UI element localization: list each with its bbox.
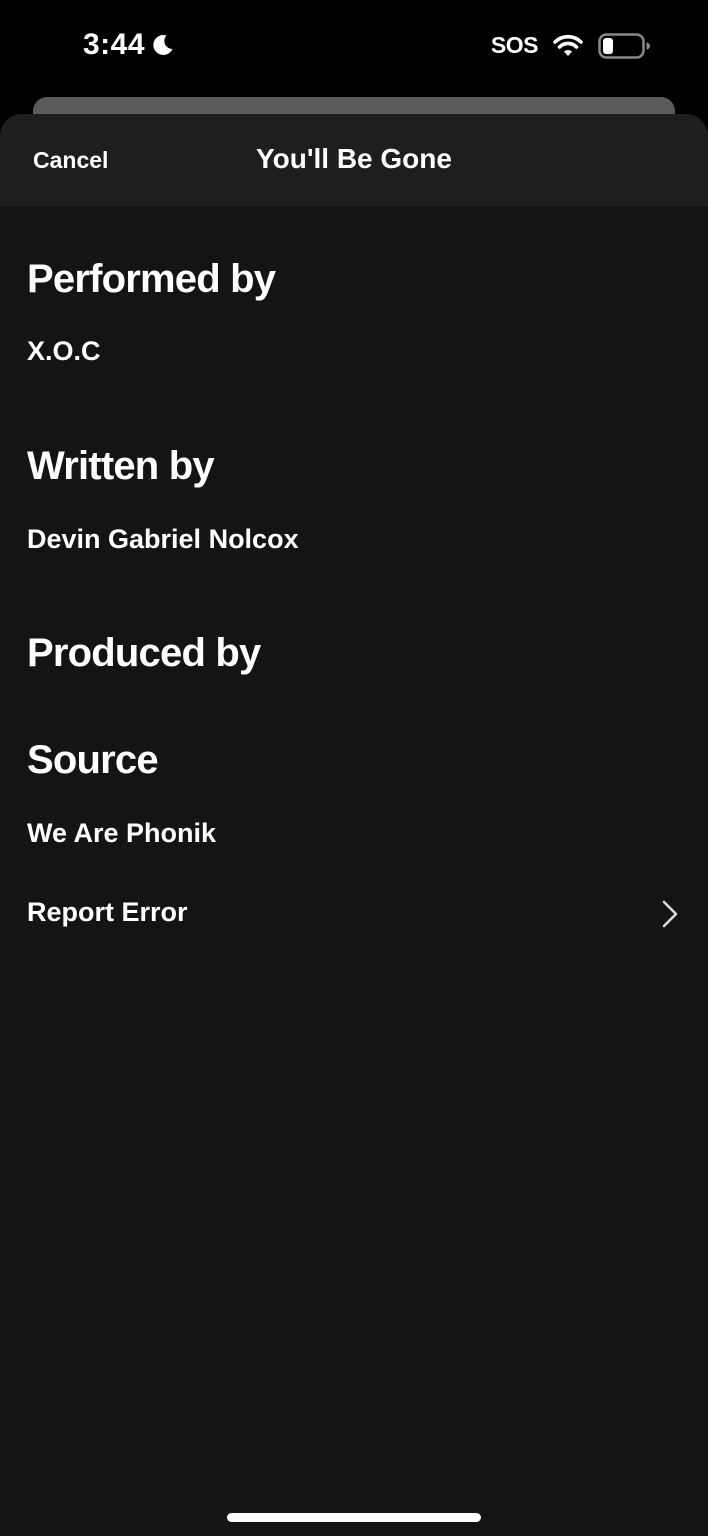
performed-by-heading: Performed by [27,257,276,301]
wifi-icon [553,34,583,56]
source-heading: Source [27,738,159,782]
written-by-value: Devin Gabriel Nolcox [27,524,299,554]
sheet-title: You'll Be Gone [256,143,452,174]
moon-icon [153,34,173,55]
sheet-header: Cancel You'll Be Gone [0,114,708,206]
status-bar: 3:44 SOS [0,0,708,96]
written-by-heading: Written by [27,444,215,488]
report-error-row[interactable]: Report Error [0,884,708,944]
performed-by-value: X.O.C [27,336,101,366]
report-error-label: Report Error [27,897,188,927]
chevron-right-icon [662,900,678,928]
status-time: 3:44 [83,28,175,62]
battery-icon [598,32,650,59]
sos-indicator: SOS [490,32,539,58]
produced-by-heading: Produced by [27,631,261,675]
status-indicators: SOS [491,32,650,59]
source-value: We Are Phonik [27,818,217,848]
clock-text: 3:44 [83,28,146,61]
credits-sheet: Cancel You'll Be Gone Performed by X.O.C… [0,114,708,1536]
home-indicator[interactable] [227,1513,481,1522]
